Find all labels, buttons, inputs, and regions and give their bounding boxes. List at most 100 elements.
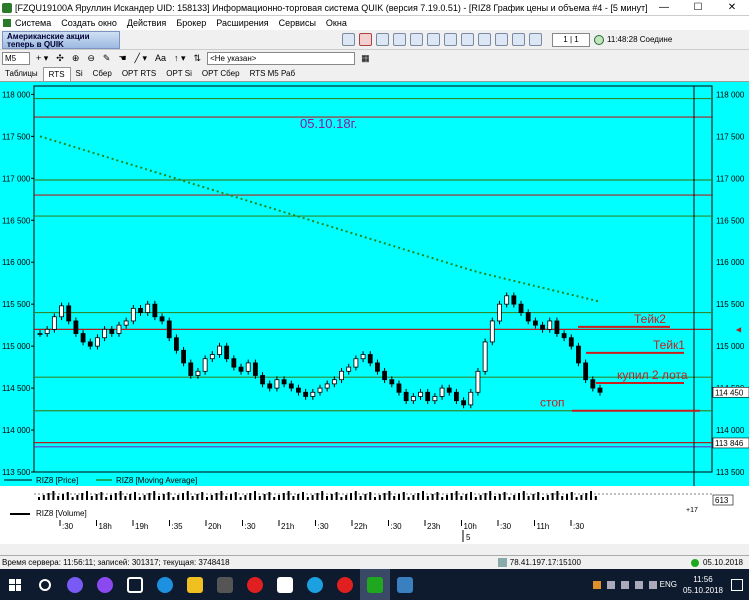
minimize-button[interactable]: — — [647, 0, 681, 16]
cancel-orders-icon[interactable] — [359, 33, 372, 46]
price-candle — [532, 320, 538, 326]
menu-item-actions[interactable]: Действия — [127, 18, 166, 28]
price-chart-panel[interactable]: 113 500113 500114 000114 000114 500114 5… — [0, 82, 749, 544]
crosshair-icon[interactable]: ✣ — [56, 53, 64, 64]
tab-rts[interactable]: RTS — [42, 67, 71, 81]
volume-bar — [158, 496, 160, 500]
menu-item-create-window[interactable]: Создать окно — [61, 18, 117, 28]
grid-icon[interactable] — [461, 33, 474, 46]
price-candle — [123, 320, 129, 326]
volume-bar — [47, 493, 50, 500]
y-tick-label-left: 115 500 — [2, 300, 31, 309]
price-marker-label: 114 450 — [715, 388, 744, 397]
task-view-icon — [127, 576, 143, 593]
taskbar-clock[interactable]: 11:56 05.10.2018 — [683, 574, 723, 596]
menu-item-broker[interactable]: Брокер — [176, 18, 206, 28]
tab-si[interactable]: Si — [71, 67, 88, 81]
price-candle — [174, 337, 179, 351]
network-tray-icon[interactable] — [634, 580, 643, 589]
notifications-icon[interactable] — [731, 578, 743, 591]
table-icon[interactable] — [342, 33, 355, 46]
add-indicator-icon[interactable]: + ▾ — [36, 53, 48, 64]
search-taskbar-button[interactable] — [30, 569, 60, 600]
tab-opt-si[interactable]: OPT Si — [161, 67, 197, 81]
tab-tables[interactable]: Таблицы — [0, 67, 43, 81]
quotes-icon[interactable] — [393, 33, 406, 46]
start-button[interactable] — [0, 569, 30, 600]
order-tool-icon[interactable]: ⇅ — [194, 53, 202, 64]
calculator-taskbar-button[interactable] — [210, 569, 240, 600]
zoom-in-icon[interactable]: ⊕ — [72, 53, 80, 64]
users-icon[interactable] — [495, 33, 508, 46]
tab-opt-rts[interactable]: OPT RTS — [117, 67, 161, 81]
ie-taskbar-button[interactable] — [150, 569, 180, 600]
chevron-up-icon[interactable] — [606, 580, 615, 589]
page-indicator[interactable]: 1 | 1 — [552, 32, 590, 47]
line-tool-icon[interactable]: ╱ ▾ — [135, 53, 147, 64]
volume-bar — [441, 497, 444, 500]
volume-bar — [326, 496, 328, 500]
menu-item-extensions[interactable]: Расширения — [216, 18, 268, 28]
portfolio-icon[interactable] — [444, 33, 457, 46]
calculator-icon[interactable] — [529, 33, 542, 46]
chart-icon[interactable] — [410, 33, 423, 46]
price-chart[interactable]: 113 500113 500114 000114 000114 500114 5… — [0, 82, 749, 544]
volume-sub-marker: +17 — [686, 507, 698, 514]
volume-icon[interactable] — [648, 580, 657, 589]
task-view-button[interactable] — [120, 569, 150, 600]
yandex-browser-taskbar-button[interactable] — [240, 569, 270, 600]
interval-select[interactable]: M5 — [2, 51, 30, 65]
status-date-text: 05.10.2018 — [702, 558, 743, 567]
annotation-label: стоп — [540, 396, 565, 410]
settings-icon[interactable] — [478, 33, 491, 46]
volume-bar — [551, 493, 554, 500]
time-tick-label: 22h — [354, 522, 367, 531]
menu-item-windows[interactable]: Окна — [326, 18, 347, 28]
quik-taskbar-button[interactable] — [360, 569, 390, 600]
yandex-taskbar-button[interactable] — [270, 569, 300, 600]
photos-icon — [397, 576, 413, 593]
battery-icon[interactable] — [620, 580, 629, 589]
time-tick-label: :30 — [62, 522, 74, 531]
window-icon[interactable] — [427, 33, 440, 46]
volume-bar — [129, 494, 132, 500]
zoom-out-icon[interactable]: ⊖ — [87, 53, 95, 64]
tab-rts-m5[interactable]: RTS M5 Раб — [245, 67, 301, 81]
tab-opt-sber[interactable]: OPT Сбер — [197, 67, 245, 81]
alice-taskbar-button[interactable] — [60, 569, 90, 600]
microphone-taskbar-button[interactable] — [90, 569, 120, 600]
close-button[interactable]: ✕ — [715, 0, 749, 16]
app-y-taskbar-button[interactable] — [180, 569, 210, 600]
volume-bar — [518, 493, 520, 500]
arrow-icon[interactable]: ↑ ▾ — [174, 53, 186, 64]
skype-taskbar-button[interactable] — [300, 569, 330, 600]
language-indicator[interactable]: ENG — [660, 580, 677, 589]
y-tick-label-left: 117 000 — [2, 174, 31, 183]
hand-icon[interactable]: ☚ — [118, 53, 126, 64]
volume-bar — [340, 497, 343, 500]
chart-date-annotation: 05.10.18г. — [300, 116, 357, 131]
menu-item-services[interactable]: Сервисы — [279, 18, 316, 28]
yandex-browser2-taskbar-button[interactable] — [330, 569, 360, 600]
time-tick-label: :35 — [172, 522, 184, 531]
maximize-button[interactable]: ☐ — [681, 0, 715, 16]
price-candle — [554, 320, 560, 334]
promo-banner[interactable]: Американские акции теперь в QUIK — [2, 30, 120, 49]
volume-bar — [335, 492, 338, 500]
tab-sber[interactable]: Сбер — [88, 67, 117, 81]
photos-taskbar-button[interactable] — [390, 569, 420, 600]
account-select[interactable]: <Не указан> — [207, 51, 356, 65]
price-candle — [403, 391, 409, 402]
order-icon[interactable] — [376, 33, 389, 46]
annotation-label: Тейк2 — [634, 312, 666, 326]
price-candle — [59, 305, 64, 318]
text-tool[interactable]: Aa — [155, 53, 166, 63]
news-icon[interactable] — [512, 33, 525, 46]
price-candle — [418, 391, 423, 397]
pencil-icon[interactable]: ✎ — [103, 53, 111, 64]
volume-bar — [143, 495, 146, 500]
chart-settings-icon[interactable]: ▦ — [361, 53, 370, 64]
menu-item-system[interactable]: Система — [15, 18, 51, 28]
volume-bar — [282, 493, 285, 500]
tray-app-icon[interactable] — [592, 580, 601, 589]
